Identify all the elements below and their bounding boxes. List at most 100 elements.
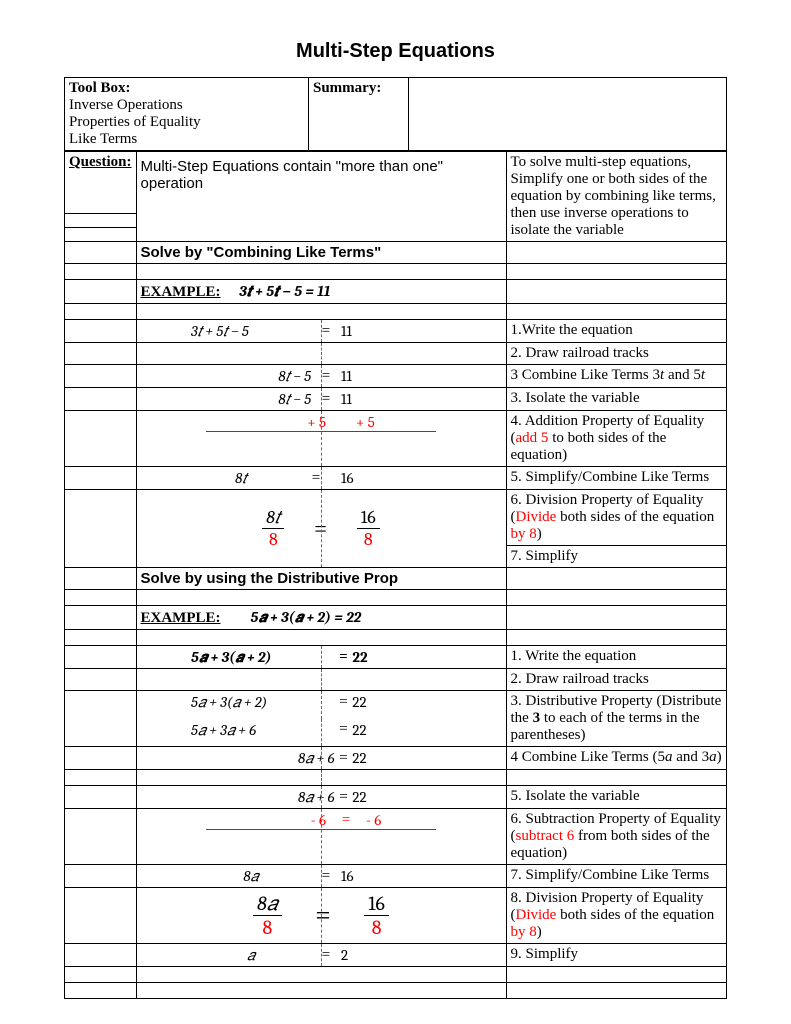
step-desc: 6. Division Property of Equality (Divide…: [506, 490, 726, 546]
railroad-track: [321, 786, 322, 808]
railroad-track: [321, 770, 322, 785]
step-desc: 1.Write the equation: [506, 320, 726, 343]
eq-cell: [136, 669, 506, 691]
equals-sign: =: [334, 750, 352, 767]
empty-cell: [65, 983, 137, 999]
equals-sign: =: [334, 721, 352, 738]
step-desc: 3 Combine Like Terms 3t and 5t: [506, 365, 726, 388]
eq-lhs: + 5: [206, 413, 326, 431]
eq-rhs: 22: [352, 749, 451, 767]
eq-lhs: - 6: [206, 811, 326, 829]
eq-cell: 8𝑡 − 5 = 11: [136, 365, 506, 388]
eq-cell: 5𝑎 + 3𝑎 + 6 = 22: [136, 719, 506, 747]
empty-cell: [65, 304, 137, 320]
eq-lhs: 5𝑎 + 3𝑎 + 6: [191, 721, 334, 739]
eq-cell: 5𝒂 + 3(𝒂 + 2) = 22: [136, 646, 506, 669]
fraction: 8𝑡8: [262, 507, 284, 550]
equals-sign: =: [334, 694, 352, 711]
eq-lhs: 3𝑡 + 5𝑡 − 5: [191, 322, 311, 340]
eq-cell: [136, 770, 506, 786]
equals-sign: =: [306, 470, 326, 487]
step-desc: 9. Simplify: [506, 944, 726, 967]
empty-cell: [136, 590, 506, 606]
empty-cell: [65, 865, 137, 888]
example-row: EXAMPLE: 5𝒂 + 3(𝒂 + 2) = 22: [136, 606, 506, 630]
eq-lhs: 8𝑡: [191, 469, 291, 487]
eq-lhs: 5𝒂 + 3(𝒂 + 2): [191, 648, 334, 666]
empty-cell: [65, 747, 137, 770]
eq-rhs: 2: [341, 946, 451, 964]
main-table: Question: Multi-Step Equations contain "…: [64, 151, 727, 999]
empty-cell: [136, 630, 506, 646]
empty-cell: [65, 606, 137, 630]
railroad-track: [321, 691, 322, 719]
railroad-track: [321, 490, 322, 567]
equals-sign: =: [336, 812, 356, 829]
empty-cell: [65, 227, 137, 241]
example-eq: 5𝒂 + 3(𝒂 + 2) = 22: [251, 608, 362, 626]
summary-content: [409, 78, 727, 151]
empty-cell: [136, 304, 506, 320]
example-row: EXAMPLE: 3𝒕 + 5𝒕 − 5 = 11: [136, 280, 506, 304]
step-desc: 8. Division Property of Equality (Divide…: [506, 888, 726, 944]
example-label: EXAMPLE:: [141, 610, 221, 626]
empty-cell: [65, 343, 137, 365]
equals-sign: =: [316, 901, 331, 931]
eq-lhs: 8𝑡 − 5: [191, 390, 311, 408]
empty-cell: [65, 365, 137, 388]
empty-cell: [506, 242, 726, 264]
eq-rhs: 11: [341, 322, 451, 340]
toolbox-cell: Tool Box: Inverse Operations Properties …: [65, 78, 309, 151]
railroad-track: [321, 646, 322, 668]
eq-cell: 5𝑎 + 3(𝑎 + 2) = 22: [136, 691, 506, 719]
fraction: 8𝑎8: [253, 892, 281, 939]
railroad-track: [321, 719, 322, 747]
step-desc: 5. Isolate the variable: [506, 786, 726, 809]
railroad-track: [321, 467, 322, 489]
empty-cell: [65, 786, 137, 809]
empty-cell: [65, 242, 137, 264]
empty-cell: [65, 411, 137, 467]
empty-cell: [65, 467, 137, 490]
fraction: 168: [357, 507, 380, 550]
empty-cell: [506, 264, 726, 280]
empty-cell: [65, 669, 137, 691]
eq-rhs: 22: [352, 648, 451, 666]
eq-cell: 8𝑎 = 16: [136, 865, 506, 888]
empty-cell: [65, 770, 137, 786]
eq-lhs: 8𝑡 − 5: [191, 367, 311, 385]
eq-rhs: 16: [341, 867, 451, 885]
empty-cell: [136, 983, 506, 999]
empty-cell: [65, 320, 137, 343]
eq-cell: 8𝑡 − 5 = 11: [136, 388, 506, 411]
railroad-track: [321, 944, 322, 966]
railroad-track: [321, 365, 322, 387]
step-desc: 4 Combine Like Terms (5a and 3a): [506, 747, 726, 770]
eq-cell: 8𝑎 + 6 = 22: [136, 786, 506, 809]
railroad-track: [321, 809, 322, 864]
intro-left: Multi-Step Equations contain "more than …: [136, 152, 506, 242]
empty-cell: [136, 967, 506, 983]
question-label: Question:: [65, 152, 137, 214]
empty-cell: [506, 280, 726, 304]
fraction: 168: [364, 892, 389, 939]
step-desc: 5. Simplify/Combine Like Terms: [506, 467, 726, 490]
railroad-track: [321, 865, 322, 887]
empty-cell: [65, 630, 137, 646]
toolbox-label: Tool Box:: [69, 80, 304, 97]
toolbox-item: Inverse Operations: [69, 97, 304, 114]
eq-rhs: 11: [341, 390, 451, 408]
section-head: Solve by using the Distributive Prop: [136, 568, 506, 590]
section-head: Solve by "Combining Like Terms": [136, 242, 506, 264]
eq-lhs: 8𝑎 + 6: [191, 749, 334, 767]
eq-cell: [136, 343, 506, 365]
railroad-track: [321, 888, 322, 943]
step-desc: 2. Draw railroad tracks: [506, 343, 726, 365]
empty-cell: [506, 606, 726, 630]
step-desc: 7. Simplify/Combine Like Terms: [506, 865, 726, 888]
equals-sign: =: [334, 789, 352, 806]
empty-cell: [65, 809, 137, 865]
eq-lhs: 5𝑎 + 3(𝑎 + 2): [191, 693, 334, 711]
eq-lhs: 8𝑎 + 6: [191, 788, 334, 806]
eq-rhs: 22: [352, 721, 451, 739]
